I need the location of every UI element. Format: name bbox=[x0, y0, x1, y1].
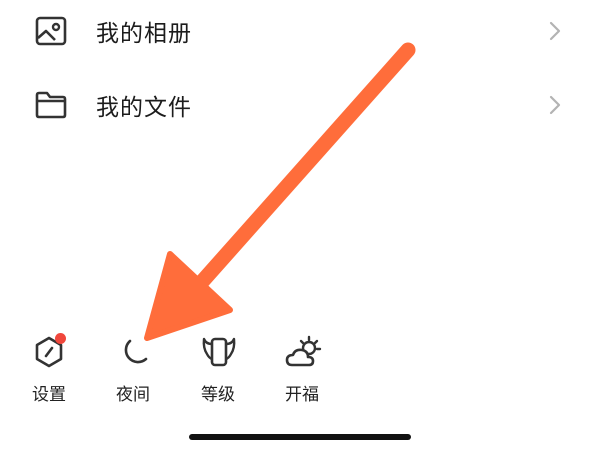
menu-item-album[interactable]: 我的相册 bbox=[0, 0, 600, 66]
menu-item-label: 我的文件 bbox=[96, 95, 192, 121]
menu-item-label: 我的相册 bbox=[96, 21, 192, 47]
quick-action-label: 设置 bbox=[32, 385, 66, 405]
quick-action-fortune[interactable]: 开福 bbox=[270, 330, 334, 410]
chevron-right-icon bbox=[548, 20, 562, 42]
level-badge-icon bbox=[200, 334, 236, 370]
photo-album-icon bbox=[34, 14, 68, 48]
notification-badge bbox=[55, 333, 66, 344]
chevron-right-icon bbox=[548, 94, 562, 116]
menu-item-files[interactable]: 我的文件 bbox=[0, 70, 600, 140]
sun-cloud-icon bbox=[284, 334, 322, 370]
quick-action-level[interactable]: 等级 bbox=[186, 330, 250, 410]
home-indicator[interactable] bbox=[189, 434, 411, 440]
quick-action-settings[interactable]: 设置 bbox=[17, 330, 81, 410]
quick-action-label: 等级 bbox=[201, 385, 235, 405]
quick-action-label: 开福 bbox=[285, 385, 319, 405]
quick-action-night-mode[interactable]: 夜间 bbox=[101, 330, 165, 410]
moon-icon bbox=[115, 334, 151, 370]
quick-action-label: 夜间 bbox=[116, 385, 150, 405]
folder-icon bbox=[34, 88, 68, 122]
